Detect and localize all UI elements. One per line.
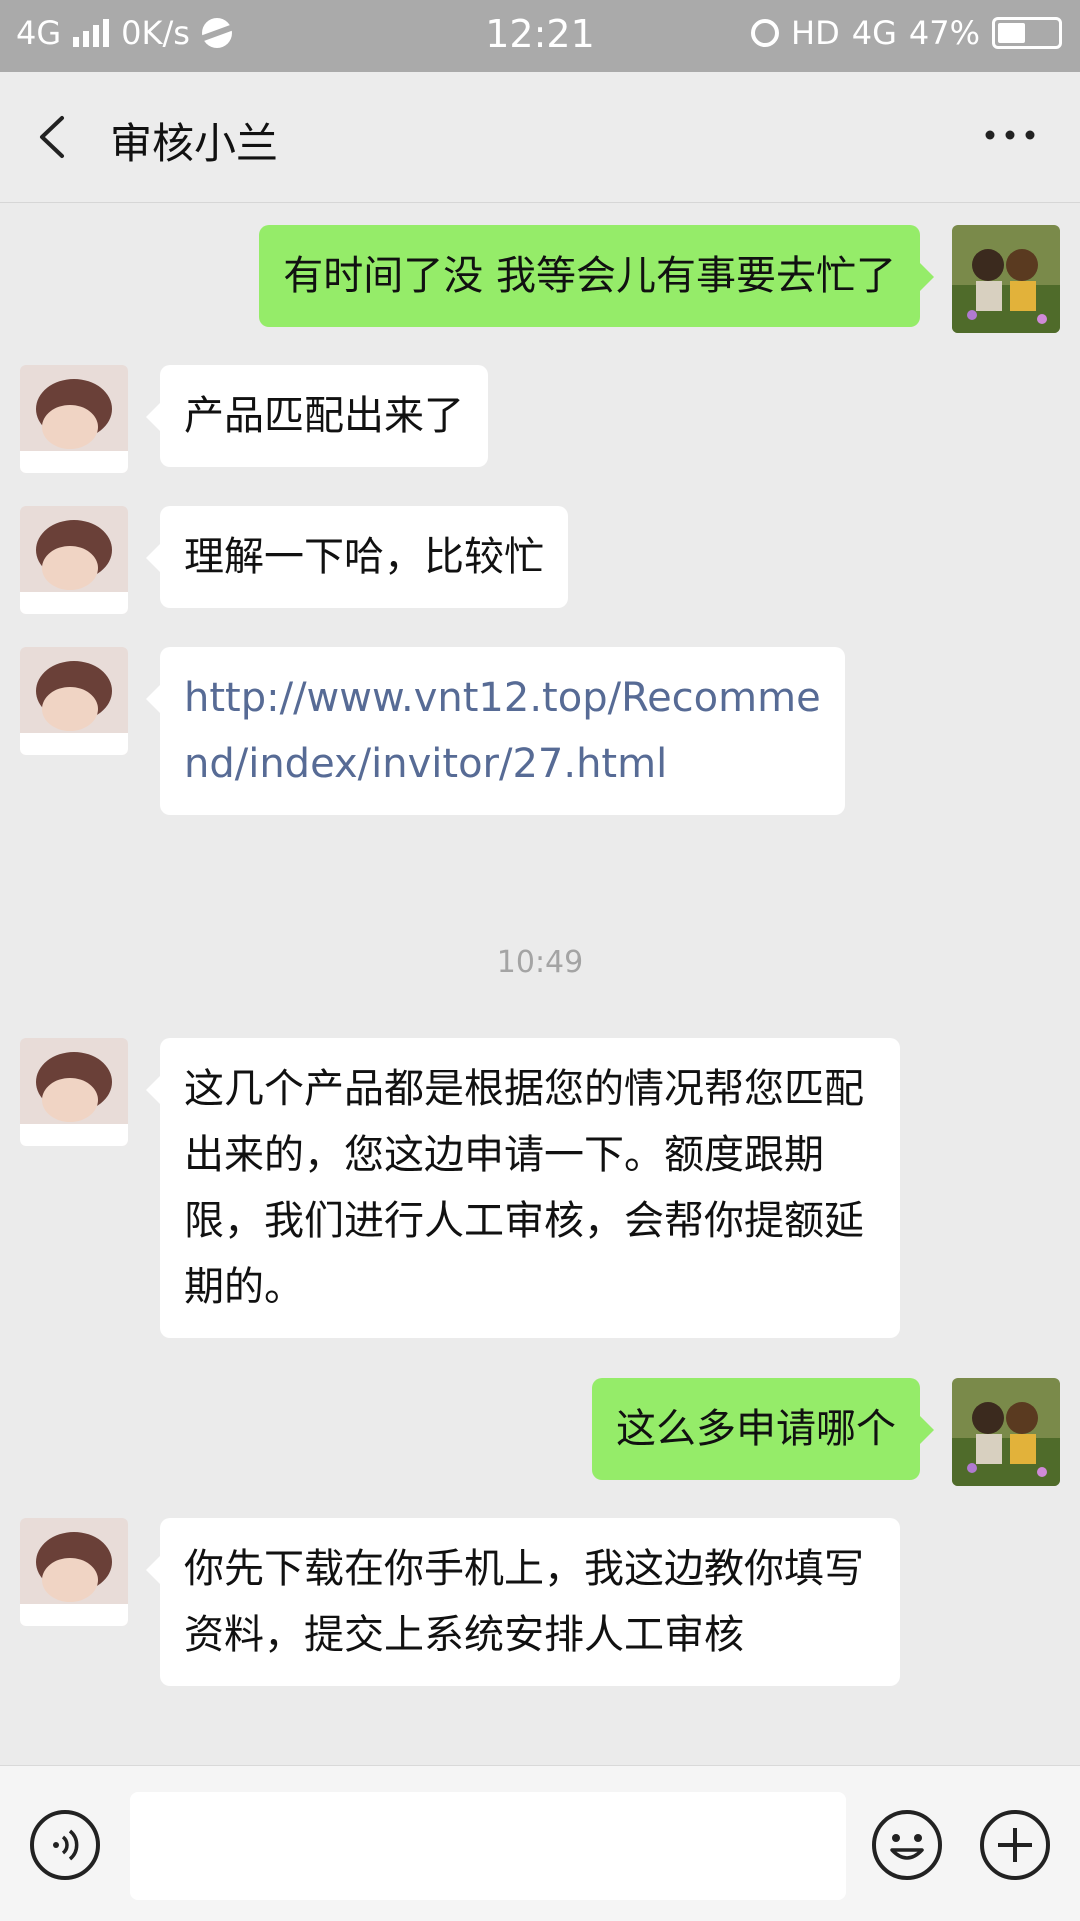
contact-avatar[interactable] — [20, 365, 128, 473]
message-bubble-received[interactable]: 你先下载在你手机上，我这边教你填写资料，提交上系统安排人工审核 — [146, 1518, 900, 1686]
status-bar: 4G 0K/s 12:21 HD 4G 47% — [0, 0, 1080, 72]
status-right: HD 4G 47% — [751, 14, 1062, 52]
chat-header: 审核小兰 — [0, 72, 1080, 203]
contact-avatar[interactable] — [20, 1518, 128, 1626]
battery-percent: 47% — [908, 14, 980, 52]
my-avatar[interactable] — [952, 1378, 1060, 1486]
timestamp: 10:49 — [496, 945, 584, 980]
contact-avatar[interactable] — [20, 506, 128, 614]
input-bar — [0, 1765, 1080, 1921]
contact-name: 审核小兰 — [110, 119, 279, 168]
message-bubble-sent[interactable]: 这么多申请哪个 — [592, 1378, 934, 1480]
message-bubble-received[interactable]: 理解一下哈，比较忙 — [146, 506, 568, 608]
hd-indicator: HD — [791, 14, 840, 52]
network-type-2: 4G — [851, 14, 897, 52]
message-list[interactable]: 有时间了没 我等会儿有事要去忙了 产品匹配出来了 理解一下哈，比较忙 http:… — [0, 203, 1080, 1765]
alarm-icon — [751, 19, 780, 47]
my-avatar[interactable] — [952, 225, 1060, 333]
message-link[interactable]: http://www.vnt12.top/Recommend/index/inv… — [146, 647, 845, 815]
battery-icon — [992, 17, 1062, 49]
message-bubble-received[interactable]: 这几个产品都是根据您的情况帮您匹配出来的，您这边申请一下。额度跟期限，我们进行人… — [146, 1038, 900, 1338]
plus-icon[interactable] — [978, 1808, 1052, 1882]
contact-avatar[interactable] — [20, 1038, 128, 1146]
message-bubble-received[interactable]: 产品匹配出来了 — [146, 365, 488, 467]
message-input[interactable] — [130, 1792, 846, 1900]
chevron-left-icon[interactable] — [30, 112, 80, 162]
contact-avatar[interactable] — [20, 647, 128, 755]
message-bubble-sent[interactable]: 有时间了没 我等会儿有事要去忙了 — [259, 225, 934, 327]
emoji-icon[interactable] — [870, 1808, 944, 1882]
more-dots-icon[interactable] — [980, 120, 1040, 150]
voice-icon[interactable] — [28, 1808, 102, 1882]
